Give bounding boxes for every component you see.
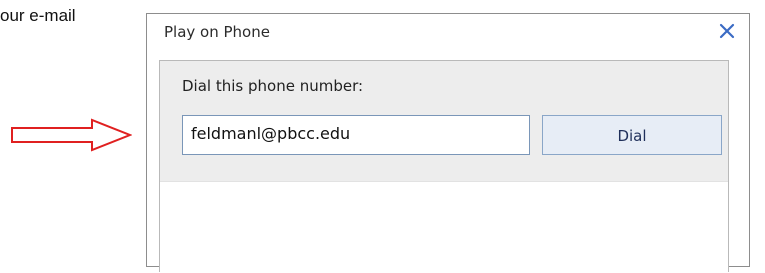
play-on-phone-dialog: Play on Phone Dial this phone number: Di… — [146, 13, 750, 272]
dial-button[interactable]: Dial — [542, 115, 722, 155]
background-instruction-text: our e-mail — [0, 6, 76, 25]
dialog-titlebar: Play on Phone — [147, 14, 749, 50]
annotation-arrow-icon — [11, 118, 132, 152]
close-icon[interactable] — [715, 19, 739, 43]
phone-number-input[interactable] — [182, 115, 530, 155]
dialog-title: Play on Phone — [164, 23, 270, 41]
dial-number-label: Dial this phone number: — [182, 77, 364, 95]
dial-panel: Dial this phone number: Dial — [159, 60, 729, 272]
dial-panel-header: Dial this phone number: Dial — [160, 61, 728, 182]
